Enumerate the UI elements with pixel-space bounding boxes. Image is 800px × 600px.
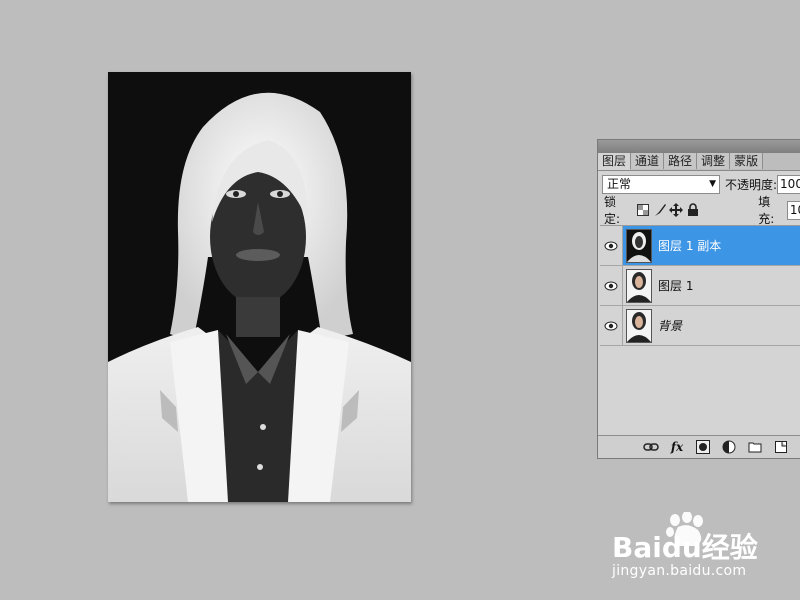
mask-icon[interactable] [694,439,712,455]
blend-mode-value: 正常 [607,176,632,191]
layer-name: 图层 1 [658,279,694,293]
lock-fill-row: 锁定: 填充: 100% [604,195,800,226]
group-icon[interactable] [746,439,764,455]
panel-bottom-toolbar: fx [598,435,800,458]
lock-all-icon[interactable] [686,202,701,218]
layer-row-background[interactable]: 背景 [600,306,800,346]
layers-panel: 图层 通道 路径 调整 蒙版 正常 ▼ 不透明度: 100% 锁定: 填充: 1… [597,139,800,459]
tab-adjustments[interactable]: 调整 [697,153,731,169]
visibility-toggle[interactable] [600,266,623,305]
fx-icon[interactable]: fx [668,439,686,455]
opacity-field[interactable]: 100% [777,174,800,194]
lock-move-icon[interactable] [669,202,684,218]
eye-icon [604,241,618,250]
layer-row-layer1-copy[interactable]: 图层 1 副本 [600,226,800,266]
inverted-portrait-image [108,72,411,502]
lock-transparent-icon[interactable] [636,202,651,218]
tab-paths[interactable]: 路径 [664,153,698,169]
baidu-paw-logo: Baidu经验 [612,511,758,564]
blend-mode-select[interactable]: 正常 ▼ [602,174,720,194]
panel-tabs: 图层 通道 路径 调整 蒙版 [598,153,800,171]
adjustment-icon[interactable] [720,439,738,455]
blend-opacity-row: 正常 ▼ 不透明度: 100% [602,173,800,195]
layer-main[interactable]: 背景 [623,306,800,345]
tab-masks[interactable]: 蒙版 [730,153,764,169]
layer-thumbnail [626,308,652,343]
watermark-url: jingyan.baidu.com [612,563,747,579]
opacity-label: 不透明度: [725,177,778,192]
layer-main[interactable]: 图层 1 副本 [623,226,800,265]
layer-name: 背景 [658,319,683,333]
visibility-toggle[interactable] [600,226,623,265]
link-icon[interactable] [642,439,660,455]
fill-field[interactable]: 100% [786,200,800,220]
tab-channels[interactable]: 通道 [631,153,665,169]
visibility-toggle[interactable] [600,306,623,345]
new-layer-icon[interactable] [772,439,790,455]
layer-main[interactable]: 图层 1 [623,266,800,305]
panel-title-bar[interactable] [598,140,800,153]
layer-thumbnail [626,268,652,303]
fill-label: 填充: [758,195,775,226]
layer-name: 图层 1 副本 [658,239,722,253]
eye-icon [604,281,618,290]
lock-label: 锁定: [604,195,621,226]
tab-layers[interactable]: 图层 [598,153,632,170]
chevron-down-icon: ▼ [709,178,716,189]
baidu-jingyan-watermark: Baidu经验 jingyan.baidu.com [610,511,770,582]
layer-row-layer1[interactable]: 图层 1 [600,266,800,306]
eye-icon [604,321,618,330]
layer-thumbnail [626,228,652,263]
document-canvas[interactable] [108,72,411,502]
layers-list: 图层 1 副本 图层 1 背景 [600,225,800,438]
lock-brush-icon[interactable] [652,202,667,218]
watermark-brand: Baidu经验 [612,531,758,564]
